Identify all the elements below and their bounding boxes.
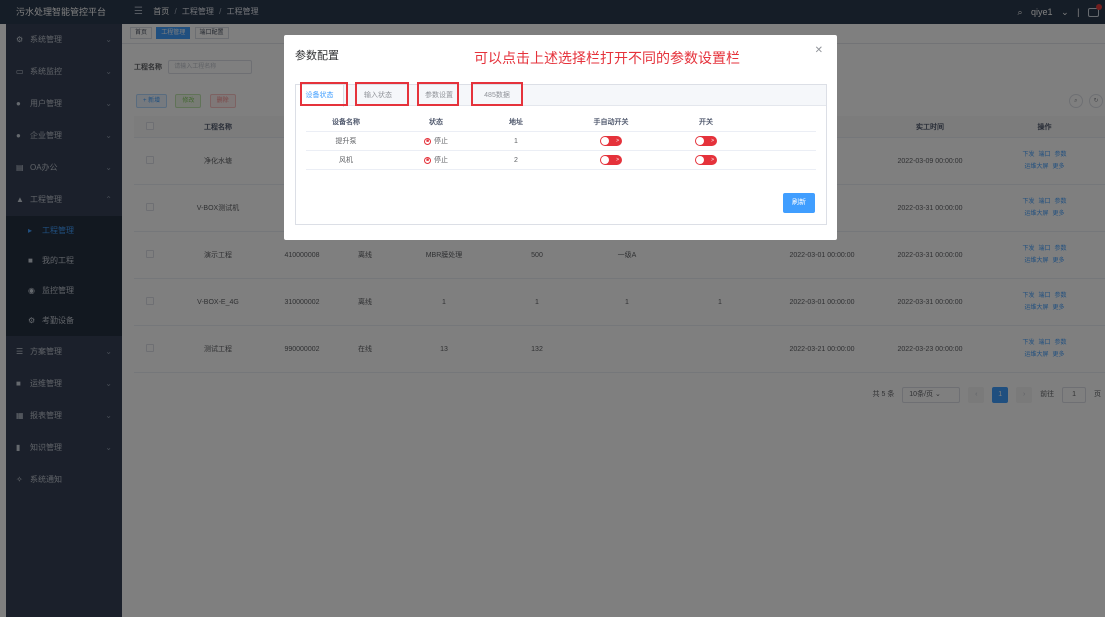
close-icon[interactable]: ✕ xyxy=(815,45,823,56)
device-address: 2 xyxy=(514,156,518,164)
device-status: ■ 停止 xyxy=(386,136,486,146)
device-status-text: 停止 xyxy=(434,138,448,145)
stop-icon: ■ xyxy=(424,137,431,145)
device-name: 风机 xyxy=(339,157,353,164)
auto-manual-toggle-cell xyxy=(546,136,676,146)
device-table-header: 设备名称 状态 地址 手自动开关 开关 xyxy=(306,112,816,132)
device-row: 提升泵 ■ 停止 1 xyxy=(306,132,816,151)
power-toggle-cell xyxy=(676,136,736,146)
highlight-box xyxy=(355,82,409,106)
highlight-box xyxy=(417,82,459,106)
device-status: ■ 停止 xyxy=(386,155,486,165)
highlight-box xyxy=(300,82,348,106)
dialog-tabs: 设备状态 输入状态 参数设置 485数据 设备名称 状态 地址 手自动开关 开关… xyxy=(295,82,827,225)
column-header: 状态 xyxy=(429,118,443,126)
stop-icon: ■ xyxy=(424,156,431,164)
power-toggle-cell xyxy=(676,155,736,165)
column-header: 手自动开关 xyxy=(593,118,629,126)
refresh-button[interactable]: 刷新 xyxy=(783,193,815,213)
dialog-annotation: 可以点击上述选择栏打开不同的参数设置栏 xyxy=(474,50,740,66)
column-header: 地址 xyxy=(509,118,523,126)
tabs-nav: 设备状态 输入状态 参数设置 485数据 xyxy=(296,82,826,107)
dialog-title: 参数配置 xyxy=(295,50,339,62)
device-status-table: 设备名称 状态 地址 手自动开关 开关 提升泵 ■停止 1 风机 ■停止 2 xyxy=(306,112,816,170)
power-toggle[interactable] xyxy=(695,155,717,165)
device-name: 提升泵 xyxy=(335,138,357,145)
auto-manual-toggle[interactable] xyxy=(600,155,622,165)
auto-manual-toggle[interactable] xyxy=(600,136,622,146)
device-address: 1 xyxy=(514,137,518,145)
device-row: 风机 ■ 停止 2 xyxy=(306,151,816,170)
param-config-dialog: 参数配置 可以点击上述选择栏打开不同的参数设置栏 ✕ 设备状态 输入状态 参数设… xyxy=(284,35,837,240)
auto-manual-toggle-cell xyxy=(546,155,676,165)
highlight-box xyxy=(471,82,523,106)
column-header: 设备名称 xyxy=(332,118,360,126)
power-toggle[interactable] xyxy=(695,136,717,146)
column-header: 开关 xyxy=(699,118,713,126)
device-status-text: 停止 xyxy=(434,157,448,164)
